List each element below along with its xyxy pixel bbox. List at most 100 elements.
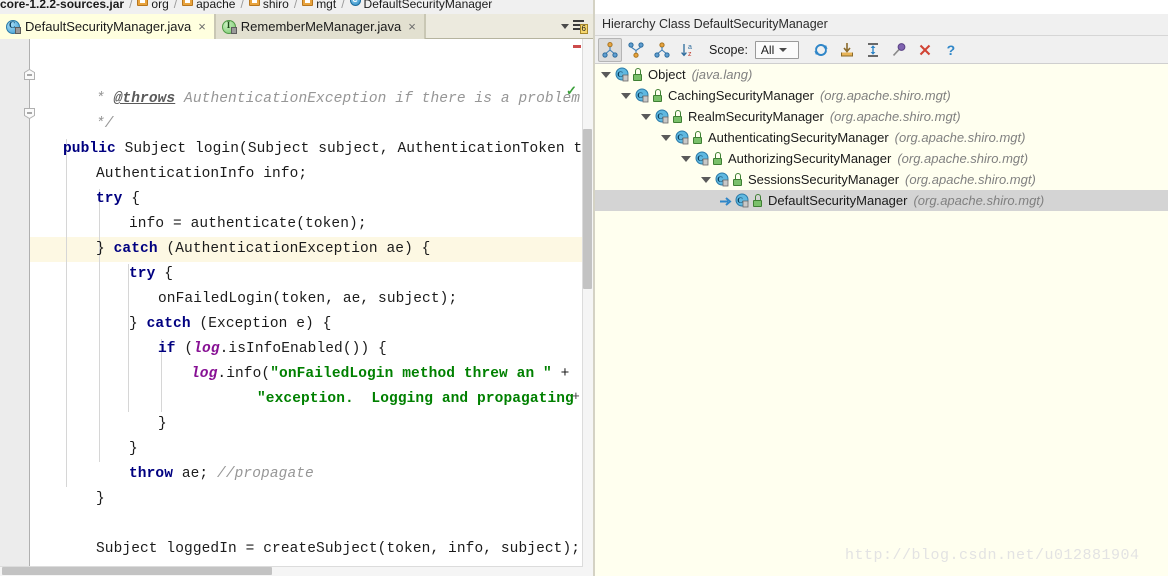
tab-count-badge: 6 bbox=[579, 24, 588, 34]
expand-collapse-all-button[interactable] bbox=[861, 38, 885, 62]
tree-node-package: (org.apache.shiro.mgt) bbox=[913, 193, 1045, 208]
tree-node-DefaultSecurityManager[interactable]: C DefaultSecurityManager (org.apache.shiro… bbox=[595, 190, 1168, 211]
export-to-textfile-button[interactable] bbox=[835, 38, 859, 62]
public-visibility-icon bbox=[672, 110, 683, 123]
editor-vertical-scrollbar[interactable] bbox=[582, 39, 593, 576]
annotation-check-icon: ✓ bbox=[566, 83, 577, 98]
pin-tab-button[interactable] bbox=[887, 38, 911, 62]
supertypes-hierarchy-button[interactable] bbox=[624, 38, 648, 62]
fold-expand-icon[interactable]: + bbox=[572, 389, 580, 404]
code-line[interactable]: try { bbox=[30, 262, 173, 287]
code-line[interactable]: AuthenticationInfo info; bbox=[30, 162, 307, 187]
breadcrumb-item-0[interactable]: core-1.2.2-sources.jar bbox=[0, 0, 124, 11]
tab-bar-filler bbox=[424, 14, 561, 38]
code-line[interactable]: } bbox=[30, 412, 167, 437]
type-hierarchy-button[interactable] bbox=[598, 37, 622, 62]
code-line[interactable]: } bbox=[30, 487, 105, 512]
hierarchy-panel: Hierarchy Class DefaultSecurityManager a… bbox=[595, 0, 1168, 576]
breadcrumb-item-5[interactable]: C DefaultSecurityManager bbox=[349, 0, 492, 11]
tree-node-SessionsSecurityManager[interactable]: C SessionsSecurityManager (org.apache.shir… bbox=[595, 169, 1168, 190]
editor-tab-default-security-manager[interactable]: DefaultSecurityManager.java × bbox=[0, 14, 215, 39]
java-class-icon: C bbox=[615, 67, 630, 82]
code-text-area[interactable]: * @throws AuthenticationException if the… bbox=[30, 39, 583, 576]
class-icon: C bbox=[349, 0, 361, 6]
public-visibility-icon bbox=[732, 173, 743, 186]
hierarchy-toolbar: a z Scope: All ? bbox=[595, 36, 1168, 64]
breadcrumb-separator: / bbox=[341, 0, 345, 11]
tree-node-AuthorizingSecurityManager[interactable]: C AuthorizingSecurityManager (org.apache.s… bbox=[595, 148, 1168, 169]
refresh-button[interactable] bbox=[809, 38, 833, 62]
svg-text:z: z bbox=[688, 51, 692, 58]
code-line[interactable]: throw ae; //propagate bbox=[30, 462, 314, 487]
code-line[interactable]: } catch (Exception e) { bbox=[30, 312, 331, 337]
code-line[interactable]: * @throws AuthenticationException if the… bbox=[30, 87, 583, 112]
tree-node-label: CachingSecurityManager bbox=[668, 88, 814, 103]
hierarchy-tree[interactable]: C Object (java.lang) C CachingSecurityManage… bbox=[595, 64, 1168, 576]
close-button[interactable] bbox=[913, 38, 937, 62]
code-editor[interactable]: * @throws AuthenticationException if the… bbox=[0, 39, 593, 576]
tree-node-RealmSecurityManager[interactable]: C RealmSecurityManager (org.apache.shiro.m… bbox=[595, 106, 1168, 127]
tree-node-package: (org.apache.shiro.mgt) bbox=[905, 172, 1036, 187]
code-line[interactable]: log.info("onFailedLogin method threw an … bbox=[30, 362, 569, 387]
folder-icon bbox=[302, 0, 314, 6]
tab-list-icon[interactable]: 6 bbox=[573, 20, 588, 34]
close-icon[interactable]: × bbox=[198, 20, 206, 33]
code-line[interactable]: */ bbox=[30, 112, 114, 137]
code-line[interactable]: public Subject login(Subject subject, Au… bbox=[30, 137, 583, 162]
chevron-down-icon[interactable] bbox=[561, 23, 569, 29]
public-visibility-icon bbox=[692, 131, 703, 144]
tree-expander-icon[interactable] bbox=[681, 155, 691, 162]
breadcrumb-item-3[interactable]: shiro bbox=[248, 0, 289, 11]
java-class-icon: C bbox=[695, 151, 710, 166]
watermark-text: http://blog.csdn.net/u012881904 bbox=[845, 547, 1140, 564]
editor-gutter[interactable] bbox=[0, 39, 30, 576]
code-line[interactable]: } bbox=[30, 437, 138, 462]
code-line[interactable]: onFailedLogin(token, ae, subject); bbox=[30, 287, 457, 312]
breadcrumb-item-label: shiro bbox=[262, 0, 289, 11]
breadcrumb-item-label: apache bbox=[196, 0, 236, 11]
code-line[interactable]: } catch (AuthenticationException ae) { bbox=[30, 237, 430, 262]
close-icon[interactable]: × bbox=[408, 20, 416, 33]
folder-icon bbox=[137, 0, 149, 6]
tree-node-AuthenticatingSecurityManager[interactable]: C AuthenticatingSecurityManager (org.apach… bbox=[595, 127, 1168, 148]
tree-node-label: Object bbox=[648, 67, 686, 82]
subtypes-hierarchy-button[interactable] bbox=[650, 38, 674, 62]
breadcrumb-item-label: org bbox=[151, 0, 169, 11]
help-button[interactable]: ? bbox=[939, 38, 963, 62]
error-stripe-marker[interactable] bbox=[573, 45, 581, 48]
code-line[interactable]: try { bbox=[30, 187, 140, 212]
breadcrumb-item-1[interactable]: org bbox=[137, 0, 169, 11]
code-line[interactable]: "exception. Logging and propagating o bbox=[30, 387, 583, 412]
tree-expander-icon[interactable] bbox=[661, 134, 671, 141]
breadcrumb-item-label: mgt bbox=[316, 0, 337, 11]
tree-expander-icon[interactable] bbox=[701, 176, 711, 183]
svg-text:C: C bbox=[677, 133, 683, 142]
public-visibility-icon bbox=[712, 152, 723, 165]
java-class-icon bbox=[6, 19, 21, 34]
tree-node-Object[interactable]: C Object (java.lang) bbox=[595, 64, 1168, 85]
tree-node-package: (java.lang) bbox=[691, 67, 753, 82]
svg-text:C: C bbox=[637, 91, 643, 100]
sort-alphabetically-button[interactable]: a z bbox=[676, 38, 700, 62]
public-visibility-icon bbox=[632, 68, 643, 81]
code-line[interactable]: if (log.isInfoEnabled()) { bbox=[30, 337, 387, 362]
tree-expander-icon[interactable] bbox=[641, 113, 651, 120]
scrollbar-thumb[interactable] bbox=[2, 567, 272, 575]
tree-node-CachingSecurityManager[interactable]: C CachingSecurityManager (org.apache.shiro… bbox=[595, 85, 1168, 106]
breadcrumb-item-4[interactable]: mgt bbox=[302, 0, 336, 11]
scrollbar-thumb[interactable] bbox=[583, 129, 592, 289]
svg-text:C: C bbox=[737, 196, 743, 205]
editor-horizontal-scrollbar[interactable] bbox=[0, 566, 583, 576]
folder-icon bbox=[182, 0, 194, 6]
breadcrumb-item-2[interactable]: apache bbox=[182, 0, 235, 11]
breadcrumb-separator: / bbox=[173, 0, 178, 11]
scope-dropdown[interactable]: All bbox=[754, 40, 799, 59]
java-class-icon: C bbox=[655, 109, 670, 124]
code-line[interactable]: info = authenticate(token); bbox=[30, 212, 367, 237]
code-line[interactable]: Subject loggedIn = createSubject(token, … bbox=[30, 537, 580, 562]
tree-expander-icon[interactable] bbox=[601, 71, 611, 78]
tab-label: DefaultSecurityManager.java bbox=[25, 19, 192, 34]
tree-expander-icon[interactable] bbox=[621, 92, 631, 99]
editor-tab-remember-me-manager[interactable]: RememberMeManager.java × bbox=[214, 14, 425, 39]
tree-node-label: AuthenticatingSecurityManager bbox=[708, 130, 889, 145]
